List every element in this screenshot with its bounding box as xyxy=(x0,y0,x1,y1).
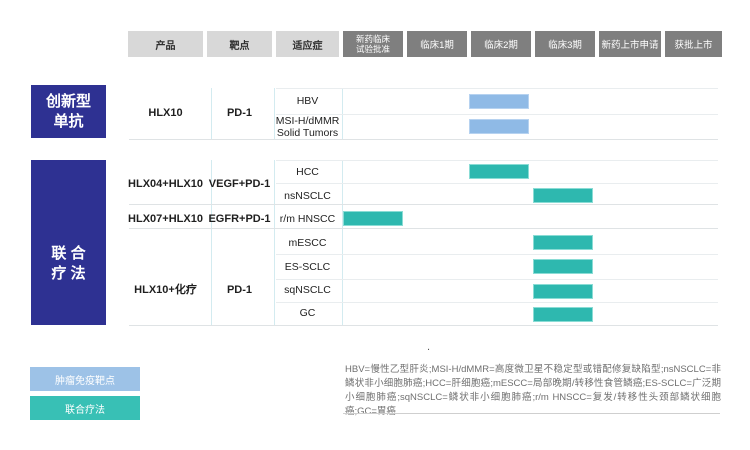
group-divider xyxy=(129,139,718,140)
legend-item-combination-therapy: 联合疗法 xyxy=(30,396,140,420)
column-header-nda: 新药上市申请 xyxy=(599,31,661,57)
row-divider xyxy=(276,279,718,280)
indication-label: GC xyxy=(276,306,339,320)
indication-label: HCC xyxy=(276,165,339,179)
stage-bar-msi-h-dmmr-solid-tumors xyxy=(469,119,529,134)
group-label-line: 单抗 xyxy=(53,112,83,132)
column-header-phase3: 临床3期 xyxy=(535,31,595,57)
indication-label-line: Solid Tumors xyxy=(272,127,343,139)
column-header-label: 新药上市申请 xyxy=(601,37,658,51)
column-header-label: 临床1期 xyxy=(420,37,454,51)
column-header-phase2: 临床2期 xyxy=(471,31,531,57)
group-label-combination-therapy: 联 合 疗 法 xyxy=(31,160,106,325)
group-label-line: 创新型 xyxy=(46,92,91,112)
column-header-label: 试验批准 xyxy=(356,44,390,54)
indication-label: nsNSCLC xyxy=(276,189,339,203)
column-header-label: 临床3期 xyxy=(548,37,582,51)
product-name: HLX10+化疗 xyxy=(128,283,203,297)
stray-period: . xyxy=(427,341,430,353)
row-divider xyxy=(276,160,718,161)
stage-bar-mescc xyxy=(533,235,593,250)
indication-label: HBV xyxy=(276,94,339,108)
indication-label: MSI-H/dMMR Solid Tumors xyxy=(272,115,343,141)
footnote-divider xyxy=(343,413,720,414)
row-divider xyxy=(276,302,718,303)
column-header-phase1: 临床1期 xyxy=(407,31,467,57)
group-label-line: 联 合 xyxy=(51,244,85,264)
pipeline-chart: 产品 靶点 适应症 新药临床 试验批准 临床1期 临床2期 临床3期 新药上市申… xyxy=(0,0,750,450)
column-divider xyxy=(274,160,275,325)
column-header-label: 新药临床 xyxy=(356,34,390,44)
product-name: HLX04+HLX10 xyxy=(128,177,203,191)
product-name: HLX10 xyxy=(128,106,203,120)
column-header-label: 适应症 xyxy=(293,37,323,52)
group-divider xyxy=(129,204,718,205)
legend-label: 联合疗法 xyxy=(65,401,105,416)
group-label-line: 疗 法 xyxy=(51,264,85,284)
column-header-indication: 适应症 xyxy=(276,31,339,57)
target-name: PD-1 xyxy=(207,106,272,120)
stage-bar-es-sclc xyxy=(533,259,593,274)
target-name: PD-1 xyxy=(207,283,272,297)
column-header-label: 靶点 xyxy=(230,37,250,52)
legend-label: 肿瘤免疫靶点 xyxy=(55,372,115,387)
indication-label-line: MSI-H/dMMR xyxy=(272,115,343,127)
product-name: HLX07+HLX10 xyxy=(128,212,203,226)
column-header-label: 产品 xyxy=(156,37,176,52)
stage-bar-hcc xyxy=(469,164,529,179)
stage-bar-r-m-hnscc xyxy=(343,211,403,226)
indication-label: r/m HNSCC xyxy=(276,212,339,226)
column-header-approved: 获批上市 xyxy=(665,31,722,57)
group-divider xyxy=(129,325,718,326)
indication-label: ES-SCLC xyxy=(276,260,339,274)
column-header-product: 产品 xyxy=(128,31,203,57)
indication-label: sqNSCLC xyxy=(276,283,339,297)
group-label-innovative-mab: 创新型 单抗 xyxy=(31,85,106,138)
target-name: VEGF+PD-1 xyxy=(207,177,272,191)
column-header-ind-approval: 新药临床 试验批准 xyxy=(343,31,403,57)
stage-bar-hbv xyxy=(469,94,529,109)
group-divider xyxy=(129,228,718,229)
column-header-label: 临床2期 xyxy=(484,37,518,51)
stage-bar-sqnsclc xyxy=(533,284,593,299)
target-name: EGFR+PD-1 xyxy=(207,212,272,226)
row-divider xyxy=(276,88,718,89)
stage-bar-gc xyxy=(533,307,593,322)
indication-label: mESCC xyxy=(276,236,339,250)
footnote-abbreviations: HBV=慢性乙型肝炎;MSI-H/dMMR=高度微卫星不稳定型或错配修复缺陷型;… xyxy=(345,363,721,419)
column-header-target: 靶点 xyxy=(207,31,272,57)
legend-item-tumor-immune-target: 肿瘤免疫靶点 xyxy=(30,367,140,391)
column-header-label: 获批上市 xyxy=(674,37,712,51)
row-divider xyxy=(276,183,718,184)
stage-bar-nsnsclc xyxy=(533,188,593,203)
column-divider xyxy=(342,160,343,325)
row-divider xyxy=(276,254,718,255)
